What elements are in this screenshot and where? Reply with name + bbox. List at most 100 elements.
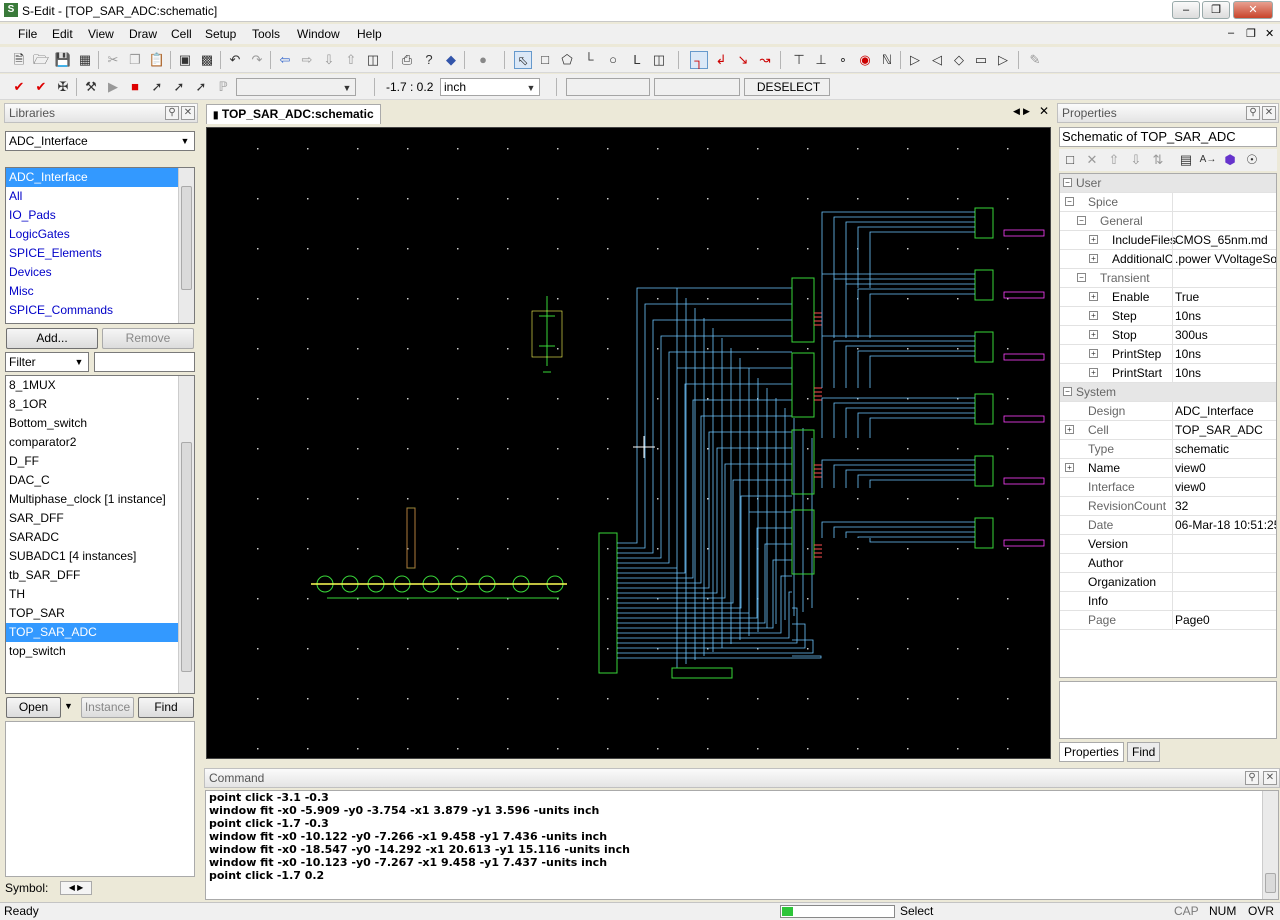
collapse-icon[interactable]: − [1077, 273, 1086, 282]
check-design-icon[interactable]: ✔ [10, 78, 28, 96]
remove-library-button[interactable]: Remove [102, 328, 194, 349]
scroll-thumb[interactable] [1265, 873, 1276, 893]
box-tool-icon[interactable]: □ [536, 51, 554, 69]
circle-tool-icon[interactable]: ○ [604, 51, 622, 69]
new-file-icon[interactable]: 🗎 [10, 51, 28, 69]
property-row[interactable]: + PrintStep 10ns [1060, 345, 1276, 364]
property-row[interactable]: Interface view0 [1060, 478, 1276, 497]
property-value[interactable]: .power VVoltageSou [1172, 250, 1276, 269]
property-row[interactable]: Date 06-Mar-18 10:51:25 [1060, 516, 1276, 535]
property-row[interactable]: + Stop 300us [1060, 326, 1276, 345]
property-value[interactable]: view0 [1172, 459, 1276, 478]
other-port-icon[interactable]: ▭ [972, 51, 990, 69]
color-property-icon[interactable]: ⬢ [1221, 151, 1239, 169]
line-tool-icon[interactable]: └ [580, 51, 598, 69]
filter-select[interactable]: Filter ▼ [5, 352, 89, 372]
zoom-box-icon[interactable]: ▩ [198, 51, 216, 69]
command-log[interactable]: point click -3.1 -0.3 window fit -x0 -5.9… [205, 790, 1279, 900]
cell-item[interactable]: 8_1MUX [6, 376, 194, 395]
pin-icon[interactable]: ⚲ [1246, 106, 1260, 120]
property-row[interactable]: Organization [1060, 573, 1276, 592]
property-row[interactable]: Design ADC_Interface [1060, 402, 1276, 421]
open-cell-button[interactable]: Open [6, 697, 61, 718]
property-row[interactable]: + AdditionalC .power VVoltageSou [1060, 250, 1276, 269]
library-item[interactable]: SPICE_Elements [6, 244, 194, 263]
library-list[interactable]: ADC_Interface All IO_Pads LogicGates SPI… [5, 167, 195, 324]
color-circle-icon[interactable]: ● [474, 51, 492, 69]
property-row[interactable]: − System [1060, 383, 1276, 402]
record-icon[interactable]: ◉ [856, 51, 874, 69]
property-value[interactable]: 10ns [1172, 364, 1276, 383]
tab-find[interactable]: Find [1127, 742, 1161, 762]
cell-item[interactable]: Bottom_switch [6, 414, 194, 433]
filter-input[interactable] [94, 352, 195, 372]
expand-icon[interactable]: + [1089, 311, 1098, 320]
schematic-drawing[interactable] [207, 128, 1051, 759]
cell-list[interactable]: 8_1MUX 8_1OR Bottom_switch comparator2 D… [5, 375, 195, 694]
property-row[interactable]: − Spice [1060, 193, 1276, 212]
tools-hammer-icon[interactable]: ⚒ [82, 78, 100, 96]
property-row[interactable]: − General [1060, 212, 1276, 231]
pin-icon[interactable]: ⚲ [1245, 771, 1259, 785]
chevron-down-icon[interactable]: ▼ [178, 134, 192, 148]
property-value[interactable] [1172, 193, 1276, 212]
global-port-icon[interactable]: ▷ [994, 51, 1012, 69]
run-simulation-icon[interactable]: ▶ [104, 78, 122, 96]
instance-tool-icon[interactable]: ◫ [650, 51, 668, 69]
property-row[interactable]: − Transient [1060, 269, 1276, 288]
menu-help[interactable]: Help [357, 27, 382, 41]
collapse-icon[interactable]: − [1063, 178, 1072, 187]
schematic-canvas[interactable] [206, 127, 1051, 759]
cell-item[interactable]: D_FF [6, 452, 194, 471]
properties-pen-icon[interactable]: ✎ [1026, 51, 1044, 69]
bidir-port-icon[interactable]: ◇ [950, 51, 968, 69]
stop-simulation-icon[interactable]: ■ [126, 78, 144, 96]
cell-item[interactable]: TOP_SAR [6, 604, 194, 623]
expand-icon[interactable]: + [1089, 292, 1098, 301]
property-value[interactable] [1172, 212, 1276, 231]
cell-item[interactable]: TH [6, 585, 194, 604]
property-row[interactable]: Page Page0 [1060, 611, 1276, 630]
select-pointer-icon[interactable]: ⬁ [514, 51, 532, 69]
open-file-icon[interactable]: 🗁 [32, 51, 50, 69]
command-scrollbar[interactable] [1262, 791, 1278, 899]
hierarchy-icon[interactable]: ◫ [364, 51, 382, 69]
property-row[interactable]: + IncludeFiles CMOS_65nm.md [1060, 231, 1276, 250]
net-name-icon[interactable]: ℕ [878, 51, 896, 69]
push-into-icon[interactable]: ⇩ [320, 51, 338, 69]
help-icon[interactable]: ? [420, 51, 438, 69]
move-down-icon[interactable]: ⇩ [1127, 151, 1145, 169]
pop-out-icon[interactable]: ⇧ [342, 51, 360, 69]
expand-icon[interactable]: + [1089, 349, 1098, 358]
expand-icon[interactable]: + [1089, 330, 1098, 339]
close-panel-icon[interactable]: ✕ [181, 106, 195, 120]
instance-button[interactable]: Instance [81, 697, 134, 718]
cut-icon[interactable]: ✂ [104, 51, 122, 69]
property-value[interactable]: CMOS_65nm.md [1172, 231, 1276, 250]
symbol-scroll-arrows[interactable]: ◀ ▶ [60, 881, 92, 895]
library-select[interactable]: ADC_Interface ▼ [5, 131, 195, 151]
close-window-button[interactable]: ✕ [1233, 1, 1273, 19]
property-row[interactable]: + Cell TOP_SAR_ADC [1060, 421, 1276, 440]
expand-icon[interactable]: + [1065, 425, 1074, 434]
sort-icon[interactable]: ⇅ [1149, 151, 1167, 169]
zoom-fit-icon[interactable]: ▣ [176, 51, 194, 69]
property-row[interactable]: + Step 10ns [1060, 307, 1276, 326]
property-row[interactable]: Type schematic [1060, 440, 1276, 459]
property-value[interactable]: True [1172, 288, 1276, 307]
collapse-icon[interactable]: − [1063, 387, 1072, 396]
expand-icon[interactable]: + [1089, 235, 1098, 244]
save-icon[interactable]: 💾 [54, 51, 72, 69]
save-all-icon[interactable]: ▦ [76, 51, 94, 69]
menu-cell[interactable]: Cell [171, 27, 192, 41]
property-row[interactable]: RevisionCount 32 [1060, 497, 1276, 516]
forward-arrow-icon[interactable]: ⇨ [298, 51, 316, 69]
menu-edit[interactable]: Edit [52, 27, 73, 41]
wire-diagonal-icon[interactable]: ↘ [734, 51, 752, 69]
probe-terminal-icon[interactable]: ℙ [214, 78, 232, 96]
property-value[interactable] [1172, 535, 1276, 554]
port-icon[interactable]: ⊤ [790, 51, 808, 69]
wire-mode-icon[interactable]: ↲ [712, 51, 730, 69]
tab-scroll-left-icon[interactable]: ◀ [1013, 106, 1020, 117]
check-cell-icon[interactable]: ✔ [32, 78, 50, 96]
